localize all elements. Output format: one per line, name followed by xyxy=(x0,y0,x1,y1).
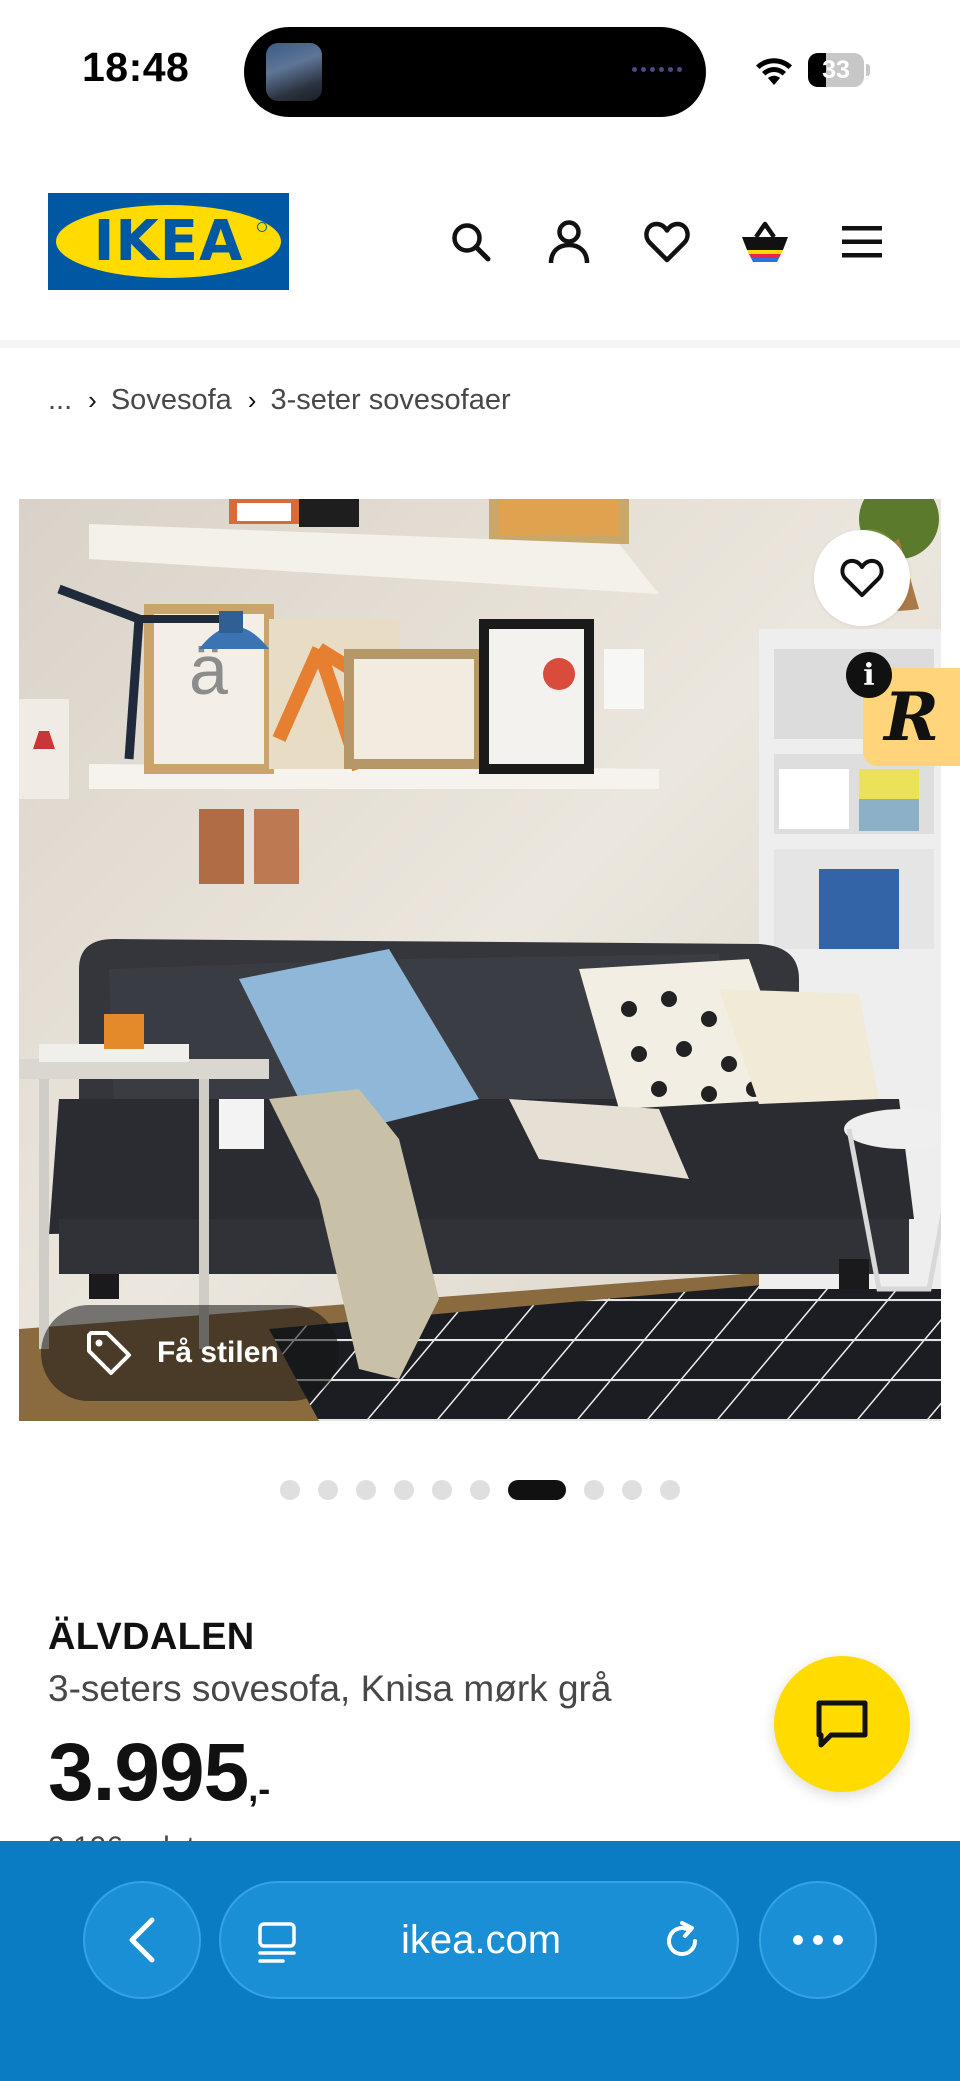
account-icon[interactable] xyxy=(543,216,595,268)
logo-text: IKEA xyxy=(93,209,244,274)
basket-icon[interactable] xyxy=(739,216,791,268)
breadcrumb: ... › Sovesofa › 3-seter sovesofaer xyxy=(48,378,511,422)
living-room-scene: ä xyxy=(19,499,941,1421)
product-description: 3-seters sovesofa, Knisa mørk grå xyxy=(48,1668,612,1709)
carousel-dot[interactable] xyxy=(432,1480,452,1500)
carousel-dot[interactable] xyxy=(660,1480,680,1500)
price-suffix: ,- xyxy=(248,1768,271,1809)
shop-the-look-button[interactable]: Få stilen xyxy=(41,1305,339,1401)
breadcrumb-item-3-seter[interactable]: 3-seter sovesofaer xyxy=(270,384,510,417)
heart-outline-icon xyxy=(840,558,884,598)
carousel-dot[interactable] xyxy=(394,1480,414,1500)
battery-icon: 33 xyxy=(808,53,870,87)
carousel-indicator[interactable] xyxy=(0,1478,960,1502)
audio-wave-icon xyxy=(632,67,682,72)
heart-icon[interactable] xyxy=(641,216,693,268)
back-icon xyxy=(129,1917,155,1963)
menu-icon[interactable] xyxy=(836,216,888,268)
info-icon[interactable]: i xyxy=(846,652,892,698)
status-time: 18:48 xyxy=(82,44,190,90)
product-image[interactable]: ä xyxy=(19,499,941,1421)
carousel-dot[interactable] xyxy=(470,1480,490,1500)
dynamic-island[interactable] xyxy=(244,27,706,117)
carousel-dot[interactable] xyxy=(584,1480,604,1500)
chat-button[interactable] xyxy=(774,1656,910,1792)
product-price: 3.995 ,- xyxy=(48,1728,270,1818)
add-to-favorites-button[interactable] xyxy=(814,530,910,626)
browser-toolbar: ikea.com xyxy=(0,1841,960,2081)
wifi-icon xyxy=(756,58,792,85)
more-icon xyxy=(793,1935,843,1945)
carousel-dot[interactable] xyxy=(318,1480,338,1500)
price-amount: 3.995 xyxy=(48,1727,249,1818)
breadcrumb-ellipsis[interactable]: ... xyxy=(48,384,72,417)
back-button[interactable] xyxy=(83,1881,201,1999)
reload-icon[interactable] xyxy=(661,1919,703,1963)
ikea-logo[interactable]: IKEA xyxy=(48,193,289,290)
site-header: IKEA xyxy=(0,140,960,348)
chevron-right-icon: › xyxy=(247,384,257,415)
header-divider xyxy=(0,340,960,348)
carousel-dot[interactable] xyxy=(622,1480,642,1500)
search-icon[interactable] xyxy=(445,216,497,268)
carousel-dot[interactable] xyxy=(356,1480,376,1500)
status-bar: 18:48 33 xyxy=(0,0,960,140)
now-playing-artwork xyxy=(266,43,322,101)
battery-level: 33 xyxy=(822,56,850,84)
chevron-right-icon: › xyxy=(88,384,97,415)
extension-badge-letter: R xyxy=(884,678,939,756)
carousel-dot[interactable] xyxy=(280,1480,300,1500)
breadcrumb-item-sovesofa[interactable]: Sovesofa xyxy=(111,384,232,417)
tag-icon xyxy=(87,1331,131,1375)
address-bar[interactable]: ikea.com xyxy=(219,1881,739,1999)
carousel-dot-active[interactable] xyxy=(508,1480,566,1500)
chat-icon xyxy=(816,1700,868,1748)
product-name: ÄLVDALEN xyxy=(48,1616,255,1658)
more-options-button[interactable] xyxy=(759,1881,877,1999)
shop-the-look-label: Få stilen xyxy=(157,1336,279,1369)
